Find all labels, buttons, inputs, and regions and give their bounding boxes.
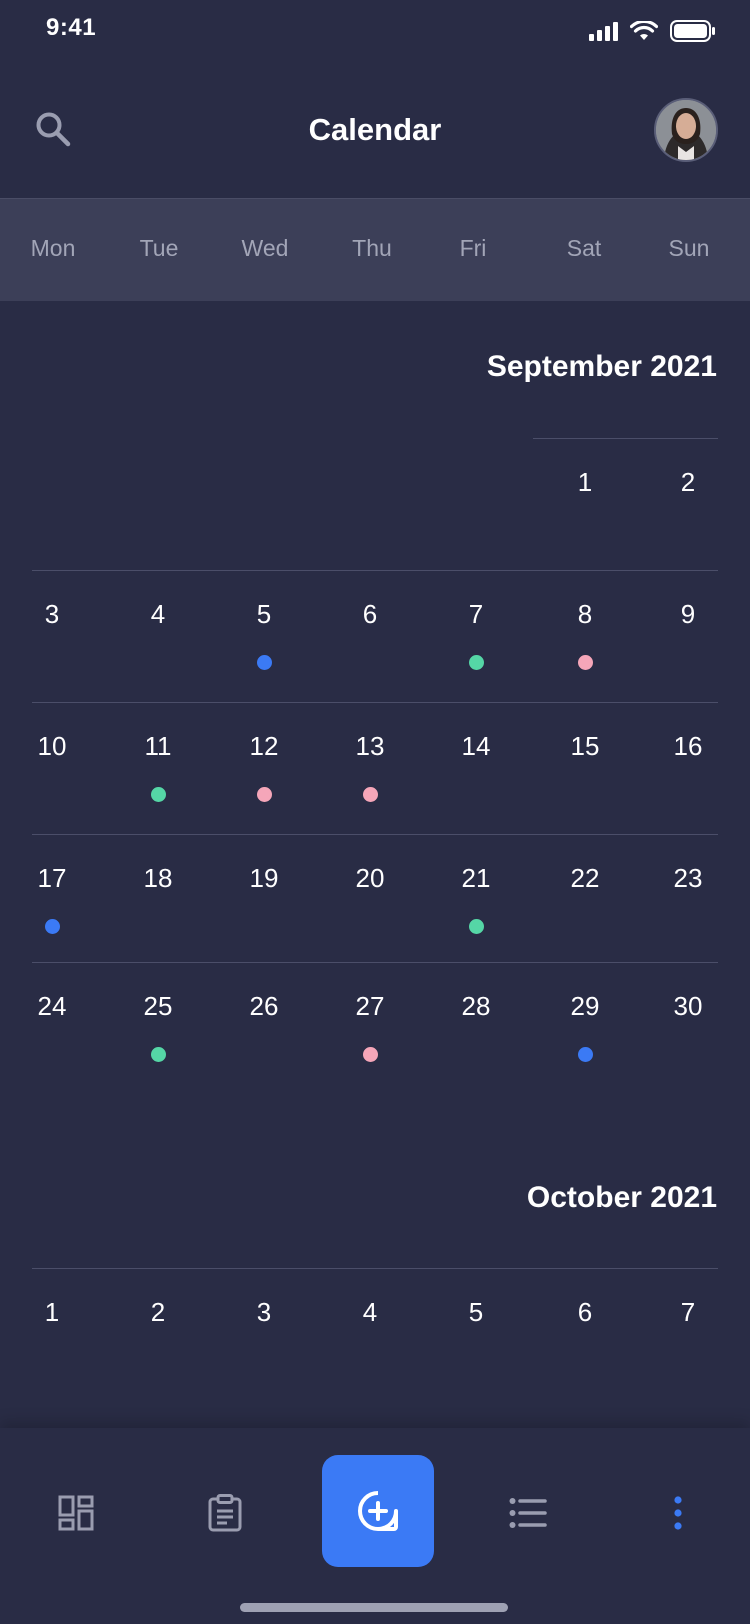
week-separator — [32, 834, 718, 835]
bottom-nav — [0, 1428, 750, 1624]
month-title-october: October 2021 — [526, 1181, 717, 1214]
nav-list-button[interactable] — [498, 1483, 558, 1543]
calendar-day[interactable]: 26 — [219, 991, 309, 1022]
event-dot-blue — [256, 655, 272, 670]
add-event-button[interactable] — [322, 1455, 434, 1567]
weekday-mon: Mon — [30, 235, 76, 261]
weekday-thu: Thu — [352, 235, 392, 261]
calendar-day[interactable]: 18 — [113, 863, 203, 894]
calendar-day[interactable]: 25 — [113, 991, 203, 1022]
calendar-day[interactable]: 23 — [643, 863, 733, 894]
week-separator — [32, 570, 718, 571]
avatar[interactable] — [654, 98, 718, 162]
calendar-day[interactable]: 16 — [643, 731, 733, 762]
status-icons — [589, 20, 716, 42]
calendar-day[interactable]: 24 — [7, 991, 97, 1022]
calendar-day[interactable]: 2 — [643, 467, 733, 498]
event-dot-green — [468, 655, 484, 670]
weekday-tue: Tue — [139, 235, 179, 261]
nav-more-button[interactable] — [648, 1483, 708, 1543]
event-dot-green — [468, 919, 484, 934]
calendar-day[interactable]: 17 — [7, 863, 97, 894]
status-time: 9:41 — [46, 14, 97, 41]
week-separator — [32, 962, 718, 963]
weekday-sun: Sun — [668, 235, 710, 261]
calendar-day[interactable]: 1 — [540, 467, 630, 498]
calendar-day[interactable]: 5 — [219, 599, 309, 630]
more-vertical-icon — [674, 1496, 682, 1530]
calendar-day[interactable]: 29 — [540, 991, 630, 1022]
event-dot-pink — [362, 1047, 378, 1062]
calendar-day[interactable]: 3 — [219, 1297, 309, 1328]
nav-dashboard-button[interactable] — [46, 1483, 106, 1543]
month-title-september: September 2021 — [486, 350, 717, 383]
calendar-day[interactable]: 2 — [113, 1297, 203, 1328]
calendar-day[interactable]: 8 — [540, 599, 630, 630]
calendar-day[interactable]: 21 — [431, 863, 521, 894]
event-dot-pink — [362, 787, 378, 802]
battery-icon — [670, 20, 715, 42]
home-indicator — [240, 1603, 508, 1612]
week-separator — [32, 1268, 718, 1269]
event-dot-blue — [44, 919, 60, 934]
weekday-header: Mon Tue Wed Thu Fri Sat Sun — [0, 198, 750, 301]
calendar-day[interactable]: 20 — [325, 863, 415, 894]
week-separator — [32, 702, 718, 703]
calendar-day[interactable]: 13 — [325, 731, 415, 762]
calendar-day[interactable]: 14 — [431, 731, 521, 762]
clipboard-icon — [208, 1494, 242, 1532]
weekday-sat: Sat — [566, 235, 602, 261]
user-avatar-icon — [656, 100, 716, 160]
calendar-day[interactable]: 10 — [7, 731, 97, 762]
calendar-day[interactable]: 1 — [7, 1297, 97, 1328]
calendar-day[interactable]: 30 — [643, 991, 733, 1022]
add-event-icon — [358, 1491, 398, 1531]
calendar-day[interactable]: 19 — [219, 863, 309, 894]
calendar-day[interactable]: 4 — [325, 1297, 415, 1328]
calendar-day[interactable]: 6 — [325, 599, 415, 630]
calendar-day[interactable]: 5 — [431, 1297, 521, 1328]
wifi-icon — [630, 21, 658, 40]
event-dot-blue — [577, 1047, 593, 1062]
calendar-day[interactable]: 12 — [219, 731, 309, 762]
event-dot-green — [150, 1047, 166, 1062]
calendar-day[interactable]: 22 — [540, 863, 630, 894]
app-header: Calendar — [0, 60, 750, 198]
calendar-day[interactable]: 27 — [325, 991, 415, 1022]
event-dot-pink — [256, 787, 272, 802]
status-bar: 9:41 — [0, 0, 750, 60]
week-separator — [532, 438, 718, 439]
calendar-day[interactable]: 7 — [643, 1297, 733, 1328]
weekday-fri: Fri — [459, 235, 487, 261]
calendar-day[interactable]: 9 — [643, 599, 733, 630]
calendar-day[interactable]: 7 — [431, 599, 521, 630]
page-title: Calendar — [308, 112, 442, 147]
calendar-day[interactable]: 6 — [540, 1297, 630, 1328]
event-dot-pink — [577, 655, 593, 670]
calendar-day[interactable]: 4 — [113, 599, 203, 630]
event-dot-green — [150, 787, 166, 802]
calendar-day[interactable]: 28 — [431, 991, 521, 1022]
list-icon — [509, 1498, 547, 1528]
dashboard-grid-icon — [58, 1495, 94, 1531]
calendar-day[interactable]: 3 — [7, 599, 97, 630]
calendar-day[interactable]: 11 — [113, 731, 203, 762]
weekday-wed: Wed — [241, 235, 289, 261]
cellular-signal-icon — [589, 21, 618, 41]
calendar-day[interactable]: 15 — [540, 731, 630, 762]
nav-clipboard-button[interactable] — [195, 1483, 255, 1543]
